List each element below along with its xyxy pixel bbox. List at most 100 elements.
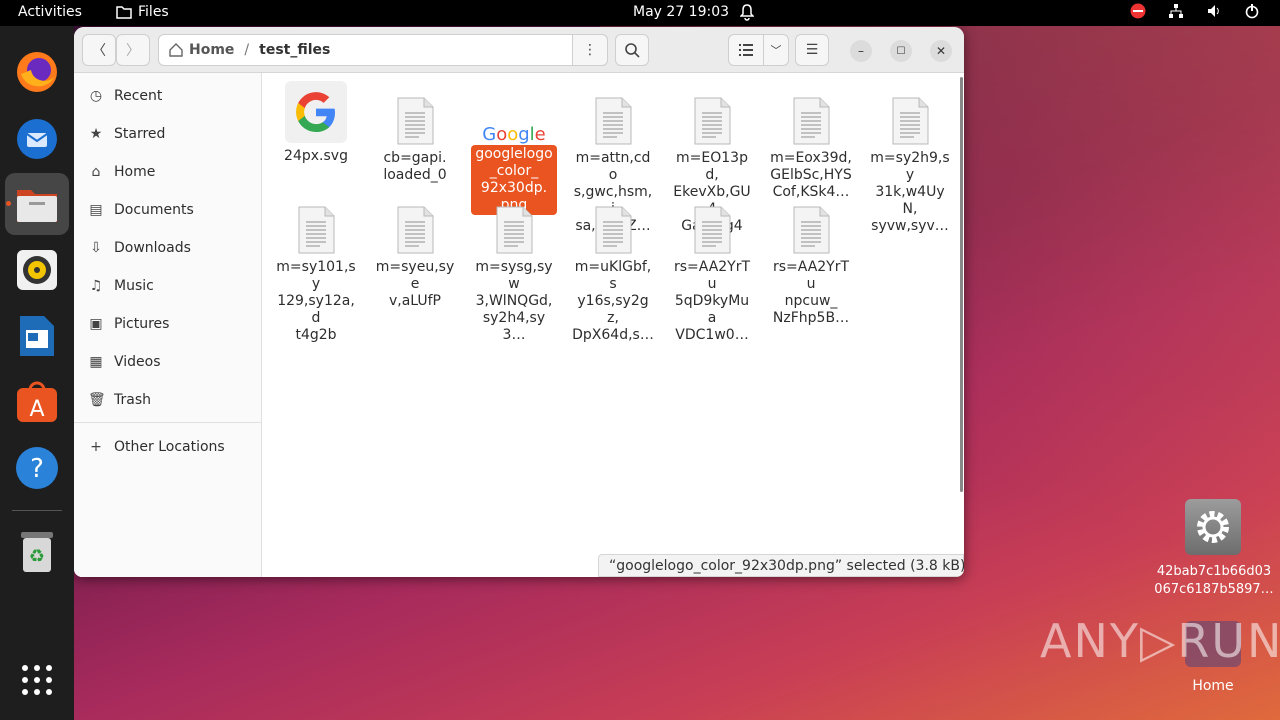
sidebar-item-downloads[interactable]: ⇩ Downloads [88,236,258,260]
file-item[interactable]: m=syeu,sye v,aLUfP [372,206,458,311]
rhythmbox-icon[interactable] [13,246,61,294]
file-name: 24px.svg [284,148,348,164]
sidebar: ◷ Recent ★ Starred ⌂ Home ▤ Documents ⇩ Downl… [74,73,262,577]
sidebar-item-recent[interactable]: ◷ Recent [88,84,258,108]
file-grid: 24px.svg cb=gapi. loaded_0 Google googlelogo… [263,73,964,577]
sidebar-item-music[interactable]: ♫ Music [88,274,258,298]
chevron-right-icon: 〉 [126,43,140,59]
no-entry-icon[interactable] [1130,3,1146,19]
file-name: googlelogo _color_ 92x30dp. png [471,145,557,215]
sidebar-item-other-locations[interactable]: + Other Locations [88,435,258,459]
dock: A ? ♻ [0,26,74,720]
gear-icon [1197,511,1229,543]
sidebar-item-starred[interactable]: ★ Starred [88,122,258,146]
minimize-button[interactable]: – [850,40,872,62]
text-file-icon [791,97,831,145]
svg-text:?: ? [30,454,44,484]
app-center-icon[interactable]: A [13,378,61,426]
folder-icon [116,6,132,19]
help-icon[interactable]: ? [13,444,61,492]
file-name: m=sy2h9,sy 31k,w4UyN, syvw,syv… [870,150,950,234]
desktop-home-label[interactable]: Home [1186,678,1240,694]
network-icon[interactable] [1168,3,1184,19]
text-file-icon [593,206,633,254]
file-item[interactable]: m=sy2h9,sy 31k,w4UyN, syvw,syv… [867,97,953,236]
file-name: rs=AA2YrTu npcuw_ NzFhp5B… [772,259,850,326]
file-name: m=Eox39d, GElbSc,HYS Cof,KSk4… [770,150,852,200]
thunderbird-icon[interactable] [13,114,61,162]
file-item[interactable]: cb=gapi. loaded_0 [372,97,458,185]
sidebar-item-documents[interactable]: ▤ Documents [88,198,258,222]
view-options-button[interactable]: ﹀ [763,34,789,66]
file-item[interactable]: 24px.svg [273,81,359,166]
list-view-button[interactable] [728,34,764,66]
search-button[interactable] [615,34,649,66]
text-file-icon [395,206,435,254]
minimize-icon: – [858,44,864,58]
sidebar-item-home[interactable]: ⌂ Home [88,160,258,184]
text-file-icon [692,206,732,254]
firefox-icon[interactable] [13,48,61,96]
path-current[interactable]: test_files [259,42,330,58]
text-file-icon [395,97,435,145]
back-button[interactable]: 〈 [82,34,116,66]
files-window: 〈 〉 Home / test_files ⋮ ﹀ ☰ – ☐ ✕ ◷ Recen… [74,27,964,577]
file-item[interactable]: rs=AA2YrTu npcuw_ NzFhp5B… [768,206,854,328]
text-file-icon [494,206,534,254]
search-icon [624,42,640,58]
music-icon: ♫ [89,278,103,294]
trash-icon: 🗑 [88,392,106,408]
file-item[interactable]: m=sysg,syw 3,WlNQGd, sy2h4,sy3… [471,206,557,345]
file-item[interactable]: m=uKlGbf,s y16s,sy2gz, DpX64d,s… [570,206,656,345]
picture-icon: ▣ [89,316,103,332]
sidebar-item-videos[interactable]: ▦ Videos [88,350,258,374]
hamburger-icon: ☰ [805,42,819,58]
sidebar-item-pictures[interactable]: ▣ Pictures [88,312,258,336]
path-menu-button[interactable]: ⋮ [572,34,608,66]
file-name: m=uKlGbf,s y16s,sy2gz, DpX64d,s… [572,259,654,343]
chevron-left-icon: 〈 [92,43,106,59]
video-icon: ▦ [89,354,103,370]
maximize-button[interactable]: ☐ [890,40,912,62]
file-name: cb=gapi. loaded_0 [383,150,447,183]
path-bar[interactable]: Home / test_files [158,34,608,66]
text-file-icon [890,97,930,145]
file-name: m=sysg,syw 3,WlNQGd, sy2h4,sy3… [475,259,553,343]
files-icon[interactable] [13,180,61,228]
header-bar: 〈 〉 Home / test_files ⋮ ﹀ ☰ – ☐ ✕ [74,27,964,73]
download-icon: ⇩ [90,240,102,256]
text-file-icon [593,97,633,145]
svg-text:Google: Google [482,124,546,145]
plus-icon: + [90,439,102,455]
file-item[interactable]: m=sy101,sy 129,sy12a,d t4g2b [273,206,359,345]
text-file-icon [692,97,732,145]
home-icon [169,43,183,57]
document-icon: ▤ [89,202,103,218]
text-file-icon [791,206,831,254]
file-item[interactable]: m=Eox39d, GElbSc,HYS Cof,KSk4… [768,97,854,202]
bell-icon [740,4,754,21]
list-icon [739,44,753,56]
path-home[interactable]: Home [169,42,234,58]
scrollbar[interactable] [960,77,963,492]
clock[interactable]: May 27 19:03 [633,4,729,20]
forward-button[interactable]: 〉 [116,34,150,66]
close-button[interactable]: ✕ [930,40,952,62]
app-menu[interactable]: Files [116,4,169,20]
writer-icon[interactable] [13,312,61,360]
file-item[interactable]: Google googlelogo _color_ 92x30dp. png [471,97,557,215]
desktop-file-icon[interactable] [1185,499,1241,555]
main-menu-button[interactable]: ☰ [795,34,829,66]
activities-button[interactable]: Activities [18,4,82,20]
file-name: rs=AA2YrTu 5qD9kyMua VDC1w0… [673,259,751,343]
sidebar-item-trash[interactable]: 🗑 Trash [88,388,258,412]
volume-icon[interactable] [1206,3,1222,19]
file-item[interactable]: rs=AA2YrTu 5qD9kyMua VDC1w0… [669,206,755,345]
desktop-file-label[interactable]: 42bab7c1b66d03 067c6187b5897… [1152,563,1276,599]
close-icon: ✕ [935,44,947,58]
power-icon[interactable] [1244,3,1260,19]
trash-dock-icon[interactable]: ♻ [13,528,61,576]
show-apps-icon[interactable] [13,656,61,704]
top-bar: Activities Files May 27 19:03 [0,0,1280,26]
chevron-down-icon: ﹀ [770,44,782,57]
